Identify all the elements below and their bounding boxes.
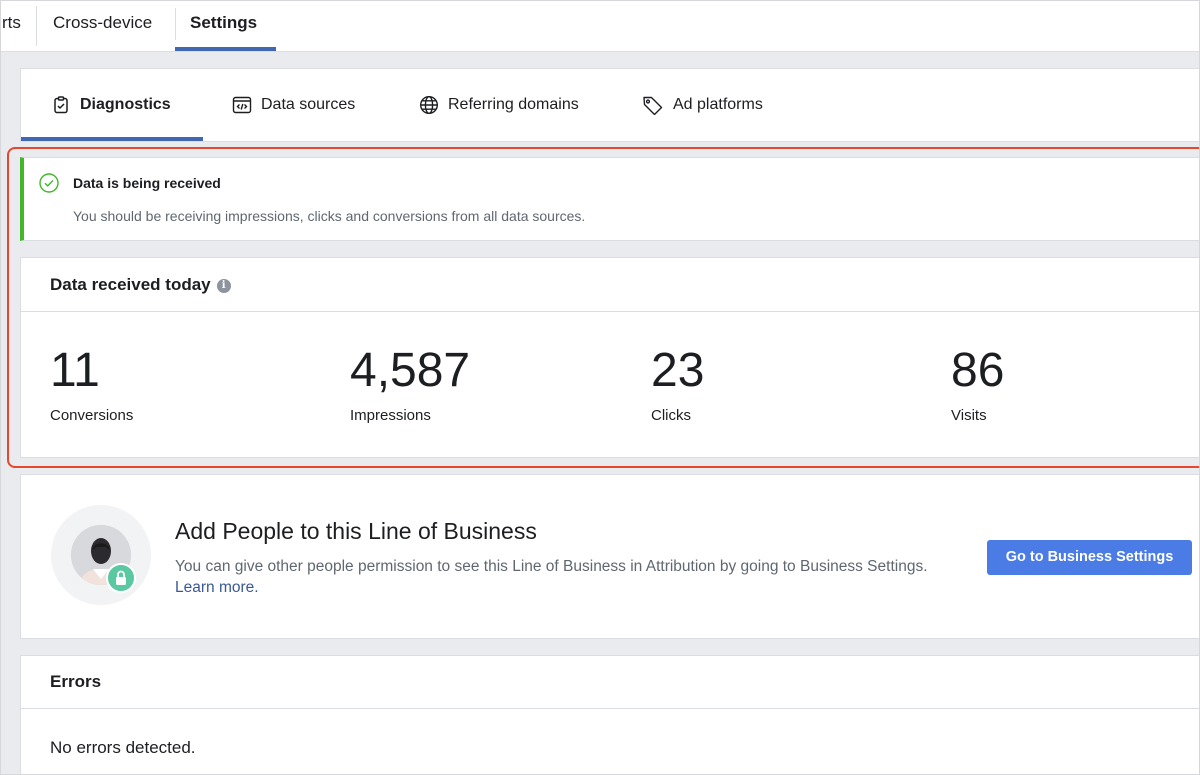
check-circle-icon <box>39 173 59 198</box>
metric-label: Visits <box>951 407 987 424</box>
tab-label: Referring domains <box>448 96 579 113</box>
metric-value: 23 <box>651 344 705 397</box>
active-subtab-indicator <box>21 137 203 141</box>
tab-reports[interactable]: rts <box>0 6 37 46</box>
code-window-icon <box>232 95 252 115</box>
tag-icon <box>642 95 664 115</box>
errors-card: Errors No errors detected. <box>20 655 1200 775</box>
metric-label: Conversions <box>50 407 134 424</box>
active-tab-indicator <box>175 47 276 51</box>
clipboard-check-icon <box>51 95 71 115</box>
tab-label: Diagnostics <box>80 96 171 113</box>
errors-title: Errors <box>21 656 1200 709</box>
alert-title: Data is being received <box>73 175 221 191</box>
metric-impressions: 4,587 Impressions <box>350 343 470 424</box>
card-header: Data received today i <box>21 258 1200 312</box>
tab-referring-domains[interactable]: Referring domains <box>419 69 579 141</box>
go-to-business-settings-button[interactable]: Go to Business Settings <box>987 540 1192 575</box>
tab-label: Ad platforms <box>673 96 763 113</box>
add-people-card: Add People to this Line of Business You … <box>20 474 1200 639</box>
metric-value: 4,587 <box>350 344 471 397</box>
info-icon[interactable]: i <box>216 278 231 293</box>
tab-diagnostics[interactable]: Diagnostics <box>51 69 171 141</box>
lock-icon <box>106 563 136 593</box>
tab-divider <box>175 8 176 40</box>
errors-text: No errors detected. <box>50 738 196 757</box>
tab-label: Data sources <box>261 96 356 113</box>
avatar <box>51 505 151 605</box>
tab-settings[interactable]: Settings <box>190 0 257 52</box>
tab-ad-platforms[interactable]: Ad platforms <box>642 69 763 141</box>
metric-label: Clicks <box>651 407 691 424</box>
add-people-description: You can give other people permission to … <box>175 558 928 575</box>
add-people-text: You can give other people permission to … <box>175 556 935 598</box>
metric-value: 11 <box>50 344 100 397</box>
metric-clicks: 23 Clicks <box>651 343 704 424</box>
card-title: Data received today <box>50 274 211 294</box>
tab-cross-device[interactable]: Cross-device <box>53 0 152 52</box>
globe-icon <box>419 95 439 115</box>
add-people-title: Add People to this Line of Business <box>175 518 537 544</box>
top-nav: rts Cross-device Settings <box>0 0 1200 52</box>
learn-more-link[interactable]: Learn more. <box>175 579 259 596</box>
status-alert: Data is being received You should be rec… <box>20 157 1200 241</box>
metric-value: 86 <box>951 344 1005 397</box>
tab-data-sources[interactable]: Data sources <box>232 69 355 141</box>
alert-text: You should be receiving impressions, cli… <box>73 208 586 224</box>
data-received-card: Data received today i 11 Conversions 4,5… <box>20 257 1200 458</box>
metric-visits: 86 Visits <box>951 343 1004 424</box>
metric-label: Impressions <box>350 407 431 424</box>
metric-conversions: 11 Conversions <box>50 343 133 424</box>
settings-tabs: Diagnostics Data sources Referring domai… <box>20 68 1200 142</box>
